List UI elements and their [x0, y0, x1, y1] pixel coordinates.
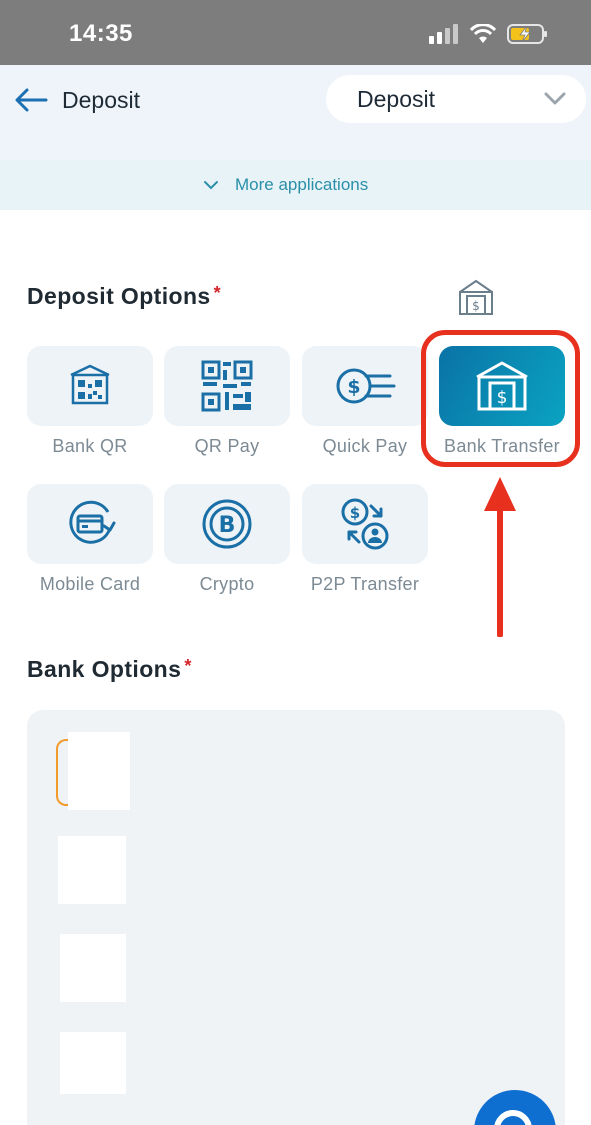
option-card[interactable] — [164, 346, 290, 426]
chevron-down-icon — [204, 181, 218, 190]
bank-option-item[interactable] — [58, 836, 126, 904]
option-qr-pay[interactable]: QR Pay — [164, 346, 290, 457]
option-card[interactable] — [27, 346, 153, 426]
option-crypto[interactable]: B Crypto — [164, 484, 290, 595]
p2p-transfer-icon: $ — [341, 498, 389, 550]
bank-option-item[interactable] — [60, 1032, 126, 1094]
mobile-card-icon — [69, 500, 116, 544]
bank-option-item[interactable] — [60, 934, 126, 1002]
back-button[interactable] — [14, 87, 48, 113]
bank-options-heading: Bank Options * — [27, 656, 192, 683]
quick-pay-icon: $ — [336, 368, 396, 404]
option-label: Mobile Card — [39, 574, 141, 594]
option-label: P2P Transfer — [310, 574, 420, 594]
more-applications-label: More applications — [235, 175, 369, 194]
status-icons — [429, 23, 549, 45]
red-arrow-up-icon — [484, 477, 516, 637]
option-label: Crypto — [199, 574, 255, 594]
svg-text:$: $ — [472, 299, 480, 313]
header: Deposit Deposit — [0, 65, 591, 160]
option-card[interactable]: $ — [302, 346, 428, 426]
bank-qr-icon — [70, 364, 110, 405]
back-arrow-icon — [15, 88, 48, 112]
bank-option-item[interactable] — [68, 732, 130, 810]
option-bank-qr[interactable]: Bank QR — [27, 346, 153, 457]
option-label: QR Pay — [194, 436, 260, 456]
deposit-type-value: Deposit — [357, 86, 435, 112]
option-label: Quick Pay — [322, 436, 408, 456]
chat-icon — [494, 1110, 532, 1125]
signal-icon — [429, 24, 458, 44]
status-bar: 14:35 — [0, 0, 591, 65]
option-mobile-card[interactable]: Mobile Card — [27, 484, 153, 595]
deposit-options-heading: Deposit Options * — [27, 283, 221, 310]
option-card[interactable]: B — [164, 484, 290, 564]
svg-text:$: $ — [347, 376, 360, 398]
more-applications-bar[interactable]: More applications — [0, 160, 591, 210]
highlight-frame — [421, 330, 580, 467]
bank-option-selected[interactable] — [56, 739, 68, 806]
wifi-icon — [469, 24, 497, 43]
svg-text:B: B — [219, 513, 236, 538]
status-time: 14:35 — [69, 20, 133, 47]
deposit-type-select[interactable]: Deposit — [326, 75, 586, 123]
svg-text:$: $ — [350, 504, 360, 522]
required-mark: * — [213, 283, 222, 303]
option-label: Bank QR — [52, 436, 128, 456]
bank-building-icon: $ — [459, 279, 493, 315]
bitcoin-icon: B — [202, 499, 252, 549]
option-quick-pay[interactable]: $ Quick Pay — [302, 346, 428, 457]
bank-options-title: Bank Options — [27, 656, 182, 682]
option-p2p-transfer[interactable]: $ P2P Transfer — [302, 484, 428, 595]
page-title: Deposit — [62, 87, 140, 113]
qr-code-icon — [201, 360, 253, 412]
chevron-down-icon — [544, 92, 566, 105]
battery-charging-icon — [507, 24, 547, 44]
deposit-options-title: Deposit Options — [27, 283, 211, 309]
option-card[interactable]: $ — [302, 484, 428, 564]
required-mark: * — [184, 656, 192, 676]
option-card[interactable] — [27, 484, 153, 564]
